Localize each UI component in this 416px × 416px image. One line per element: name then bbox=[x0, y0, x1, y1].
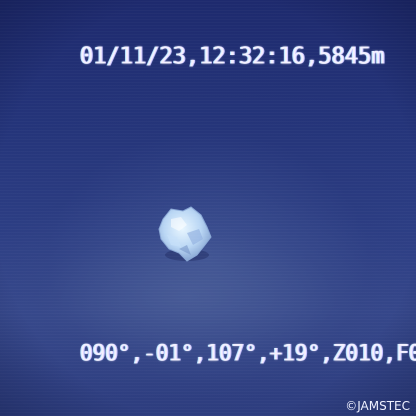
camera-frame: 01/11/23,12:32:16,5845m 090°,-01°,107°,+… bbox=[0, 0, 416, 416]
seafloor-debris bbox=[158, 206, 212, 262]
seafloor bbox=[0, 150, 416, 416]
copyright-credit: ©JAMSTEC bbox=[345, 399, 410, 413]
timestamp-depth-readout: 01/11/23,12:32:16,5845m bbox=[80, 43, 385, 70]
camera-telemetry-readout: 090°,-01°,107°,+19°,Z010,F05 bbox=[80, 340, 416, 366]
